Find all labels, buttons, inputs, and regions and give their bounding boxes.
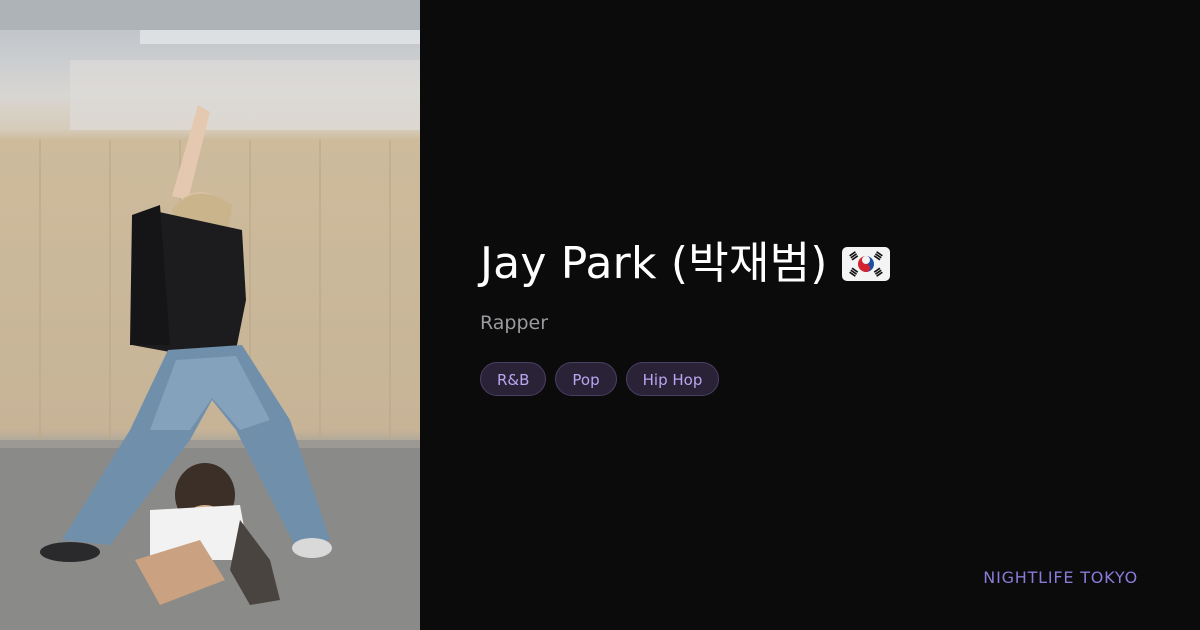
artist-photo-image <box>0 0 420 630</box>
brand-wordmark: NIGHTLIFE TOKYO <box>983 568 1138 587</box>
artist-title-row: Jay Park (박재범) <box>480 232 890 296</box>
artist-photo <box>0 0 420 630</box>
south-korea-flag-icon <box>841 247 890 281</box>
genre-tag[interactable]: R&B <box>480 362 547 396</box>
genre-tag[interactable]: Pop <box>555 362 617 396</box>
artist-role: Rapper <box>480 312 549 334</box>
artist-name: Jay Park (박재범) <box>480 238 828 289</box>
artist-info-panel: Jay Park (박재범) Rapper R&B Pop Hip Hop NI… <box>420 0 1200 630</box>
artist-share-card: Jay Park (박재범) Rapper R&B Pop Hip Hop NI… <box>0 0 1200 630</box>
genre-tag-list: R&B Pop Hip Hop <box>480 362 720 396</box>
genre-tag[interactable]: Hip Hop <box>625 362 720 396</box>
